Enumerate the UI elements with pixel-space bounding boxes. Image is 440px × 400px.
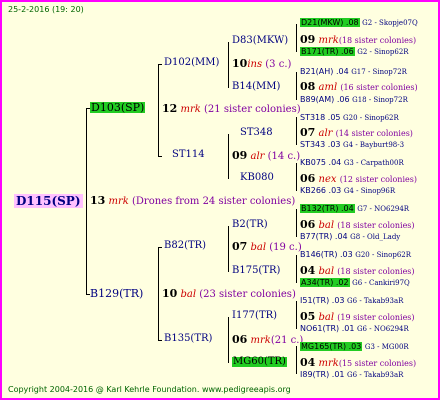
g4-row: B21(AH) .04 G17 - Sinop72R [300,67,407,76]
connector [296,163,297,191]
ppm-generation: 08 aml (16 sister colonies) [300,80,418,93]
mp-queen[interactable]: B82(TR) [164,241,206,251]
g4-row: B132(TR) .04 G7 - NO6294R [300,204,410,213]
connector [228,42,229,88]
connector [296,301,297,329]
connector [296,117,297,145]
pm-queen[interactable]: ST114 [172,150,205,160]
connector [296,346,297,374]
connector [158,156,162,157]
connector [158,247,159,340]
g4-row: B146(TR) .03 G20 - Sinop62R [300,250,411,259]
g4-row: I51(TR) .03 G6 - Takab93aR [300,296,404,305]
ppp-queen[interactable]: D83(MKW) [232,36,288,46]
root-queen[interactable]: D115(SP) [14,194,83,208]
g4-row: MG165(TR) .03 G3 - MG00R [300,342,409,351]
g4-row: D21(MKW) .08 G2 - Skopje07Q [300,18,418,27]
mpp-generation: 06 bal (18 sister colonies) [300,218,415,231]
mother-queen[interactable]: B129(TR) [90,288,143,299]
mm-queen[interactable]: B135(TR) [164,334,212,344]
connector [86,108,87,294]
g4-row: B89(AM) .06 G18 - Sinop72R [300,95,408,104]
pmm-generation: 06 nex (12 sister colonies) [300,172,417,185]
pp-queen[interactable]: D102(MM) [164,58,219,68]
connector [296,255,297,283]
mp-generation: 07 bal (19 c.) [232,240,302,253]
date-stamp: 25-2-2016 (19: 20) [8,5,84,14]
mpm-queen[interactable]: B175(TR) [232,266,280,276]
g4-row: B171(TR) .06 G2 - Sinop62R [300,47,409,56]
connector [158,340,162,341]
mmp-generation: 05 bal (19 sister colonies) [300,310,415,323]
g4-row: ST343 .03 G4 - Bayburt98-3 [300,140,405,149]
father-generation: 12 mrk (21 sister colonies) [162,102,301,115]
connector [228,226,229,272]
g4-row: A34(TR) .02 G6 - Cankiri97Q [300,278,410,287]
mpp-queen[interactable]: B2(TR) [232,220,268,230]
pm-generation: 09 alr (14 c.) [232,149,301,162]
g4-row: KB266 .03 G4 - Sinop96R [300,186,396,195]
pmm-queen[interactable]: KB080 [240,173,274,183]
connector [296,24,297,52]
root-generation: 13 mrk (Drones from 24 sister colonies) [90,194,296,207]
connector [296,209,297,237]
mm-generation: 06 mrk(21 c.) [232,333,304,346]
g4-row: NO61(TR) .01 G6 - NO6294R [300,324,409,333]
connector [296,72,297,100]
mmm-queen[interactable]: MG60(TR) [232,357,287,367]
connector [228,134,229,179]
g4-row: ST318 .05 G20 - Sinop62R [300,113,399,122]
pedigree-frame: 25-2-2016 (19: 20) D115(SP) 13 mrk (Dron… [0,0,440,400]
ppp-generation: 09 mrk(18 sister colonies) [300,33,417,46]
pp-generation: 10ins (3 c.) [232,57,292,70]
father-queen[interactable]: D103(SP) [90,102,146,113]
mother-generation: 10 bal (23 sister colonies) [162,287,296,300]
pmp-generation: 07 alr (14 sister colonies) [300,126,413,139]
g4-row: I89(TR) .01 G6 - Takab93aR [300,370,404,379]
connector [228,317,229,363]
connector [158,247,162,248]
connector [158,64,162,65]
pmp-queen[interactable]: ST348 [240,128,273,138]
mpm-generation: 04 bal (18 sister colonies) [300,264,415,277]
g4-row: KB075 .04 G3 - Carpath00R [300,158,404,167]
ppm-queen[interactable]: B14(MM) [232,82,280,92]
copyright-footer: Copyright 2004-2016 @ Karl Kehrle Founda… [8,385,291,394]
g4-row: B77(TR) .04 G8 - Old_Lady [300,232,401,241]
connector [158,64,159,156]
mmp-queen[interactable]: I177(TR) [232,311,277,321]
mmm-generation: 04 mrk(15 sister colonies) [300,356,417,369]
